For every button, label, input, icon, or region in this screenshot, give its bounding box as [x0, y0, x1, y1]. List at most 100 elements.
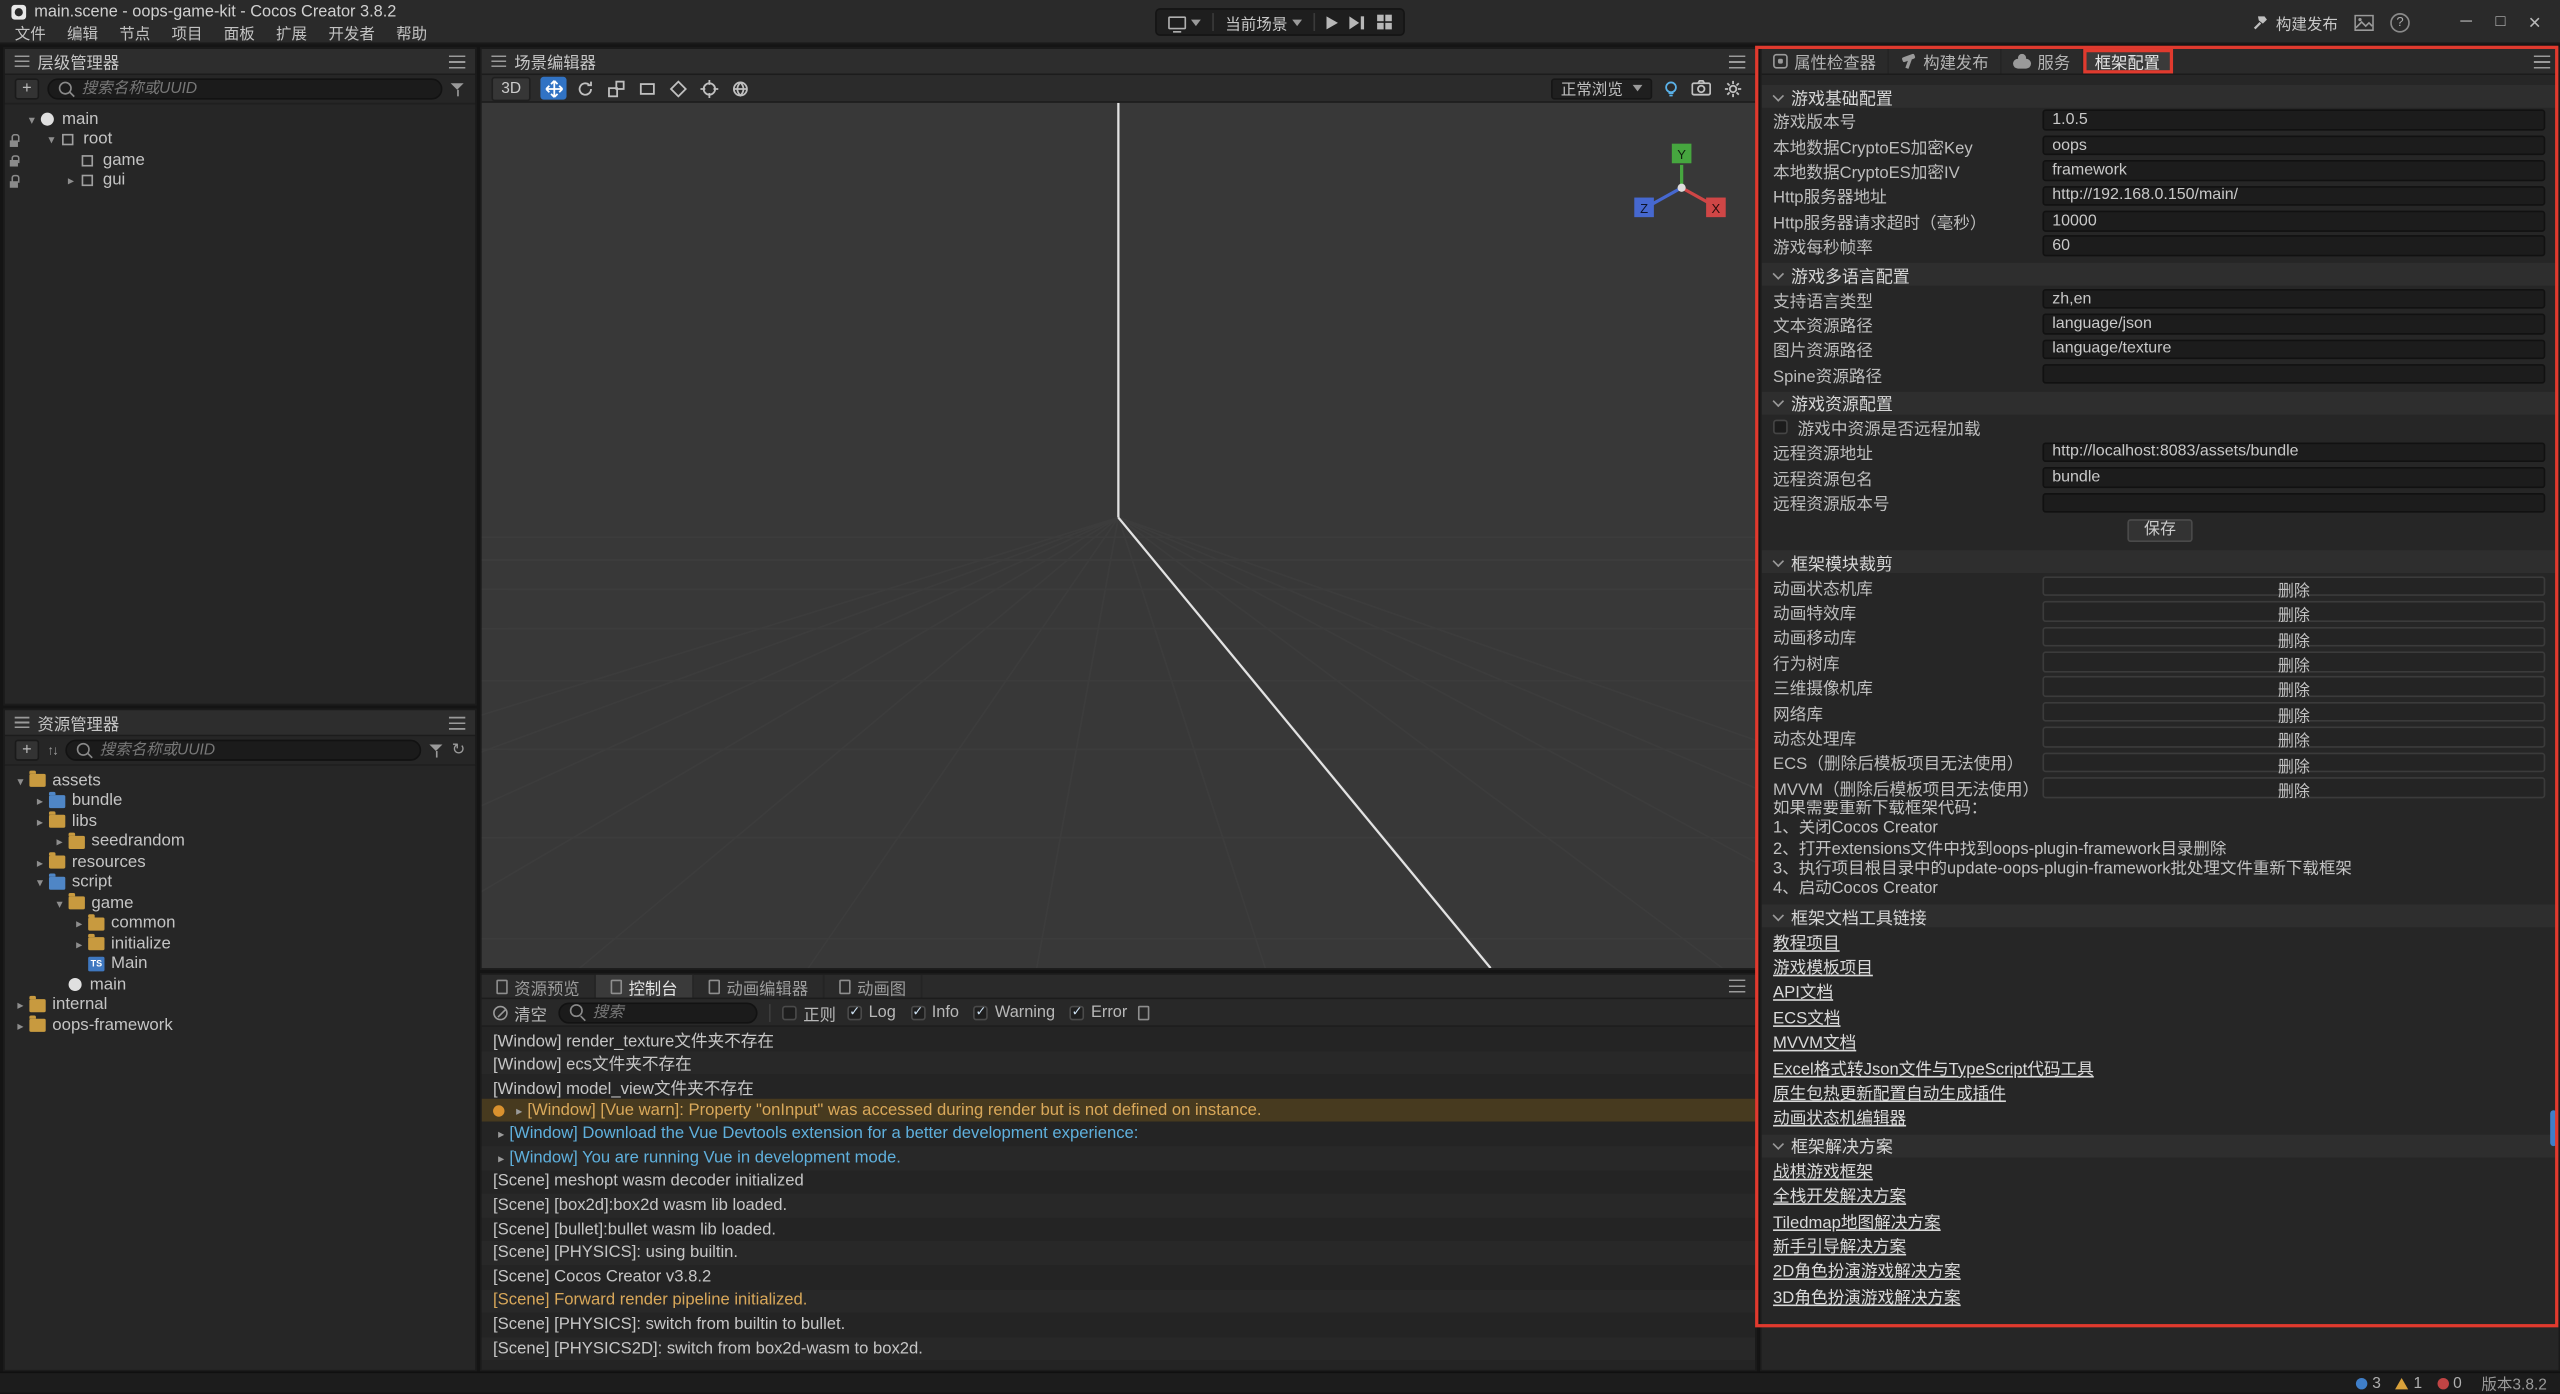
tab-animation-editor[interactable]: 动画编辑器 [694, 975, 825, 998]
field-input[interactable] [2042, 314, 2545, 334]
delete-module-button[interactable]: 删除 [2042, 652, 2545, 672]
log-filter-checkbox[interactable]: Info [911, 1003, 959, 1021]
expand-arrow-icon[interactable] [70, 916, 88, 931]
coordinate-toggle-button[interactable] [727, 77, 753, 100]
build-publish-button[interactable]: 构建发布 [2251, 11, 2338, 34]
delete-module-button[interactable]: 删除 [2042, 752, 2545, 772]
section-module-trim[interactable]: 框架模块裁剪 [1762, 551, 2559, 574]
expand-arrow-icon[interactable] [31, 794, 49, 809]
expand-arrow-icon[interactable] [31, 876, 49, 891]
step-button[interactable] [1349, 16, 1365, 29]
asset-node-row[interactable]: game [5, 893, 475, 913]
play-button[interactable] [1327, 16, 1338, 29]
expand-arrow-icon[interactable] [31, 814, 49, 829]
tab-assets-preview[interactable]: 资源预览 [482, 975, 596, 998]
devtools-grid-icon[interactable] [1377, 15, 1384, 22]
lock-icon[interactable] [5, 110, 23, 130]
open-log-file-icon[interactable] [1139, 1005, 1150, 1020]
section-solutions[interactable]: 框架解决方案 [1762, 1134, 2559, 1157]
asset-node-row[interactable]: oops-framework [5, 1016, 475, 1036]
log-filter-checkbox[interactable]: Log [847, 1003, 895, 1021]
log-row[interactable]: [Window] render_texture文件夹不存在 [482, 1027, 1755, 1051]
filter-icon[interactable] [451, 82, 466, 97]
create-node-button[interactable] [15, 78, 39, 99]
screenshot-icon[interactable] [2354, 14, 2374, 30]
section-i18n[interactable]: 游戏多语言配置 [1762, 263, 2559, 286]
field-input[interactable] [2042, 185, 2545, 205]
solution-link[interactable]: 3D角色扮演游戏解决方案 [1762, 1283, 2559, 1308]
expand-arrow-icon[interactable] [42, 133, 60, 148]
log-row[interactable]: [Window] ecs文件夹不存在 [482, 1051, 1755, 1075]
solution-link[interactable]: 2D角色扮演游戏解决方案 [1762, 1257, 2559, 1282]
remote-load-checkbox[interactable] [1773, 420, 1788, 435]
menu-item[interactable]: 面板 [221, 20, 259, 43]
expand-arrow-icon[interactable] [31, 855, 49, 870]
menu-item[interactable]: 编辑 [64, 20, 102, 43]
save-button[interactable]: 保存 [2128, 520, 2193, 542]
help-icon[interactable] [2390, 12, 2410, 32]
log-row[interactable]: [Window] [Vue warn]: Property "onInput" … [482, 1098, 1755, 1122]
delete-module-button[interactable]: 删除 [2042, 677, 2545, 697]
panel-menu-icon[interactable] [449, 716, 465, 729]
delete-module-button[interactable]: 删除 [2042, 777, 2545, 797]
hierarchy-node-row[interactable]: game [5, 150, 475, 170]
rect-tool-button[interactable] [634, 77, 660, 100]
asset-node-row[interactable]: script [5, 873, 475, 893]
log-row[interactable]: [Scene] [box2d]:box2d wasm lib loaded. [482, 1194, 1755, 1218]
error-count-badge[interactable]: 0 [2437, 1374, 2462, 1392]
log-row[interactable]: [Window] model_view文件夹不存在 [482, 1075, 1755, 1099]
doc-link[interactable]: 动画状态机编辑器 [1762, 1104, 2559, 1129]
tab-service[interactable]: 服务 [2002, 49, 2084, 73]
section-doc-links[interactable]: 框架文档工具链接 [1762, 905, 2559, 928]
expand-arrow-icon[interactable] [70, 937, 88, 952]
field-input[interactable] [2042, 364, 2545, 384]
expand-arrow-icon[interactable] [51, 835, 69, 850]
solution-link[interactable]: Tiledmap地图解决方案 [1762, 1207, 2559, 1232]
panel-menu-icon[interactable] [1729, 980, 1745, 993]
doc-link[interactable]: ECS文档 [1762, 1003, 2559, 1028]
asset-node-row[interactable]: resources [5, 852, 475, 872]
log-filter-checkbox[interactable]: Warning [974, 1003, 1055, 1021]
menu-item[interactable]: 节点 [116, 20, 154, 43]
mode-3d-button[interactable]: 3D [491, 76, 530, 100]
scrollbar-thumb[interactable] [2550, 1110, 2557, 1146]
tab-framework-config[interactable]: 框架配置 [2083, 49, 2173, 73]
asset-node-row[interactable]: bundle [5, 791, 475, 811]
orientation-gizmo[interactable]: Y X Z [1634, 144, 1725, 217]
expand-arrow-icon[interactable] [11, 998, 29, 1013]
field-input[interactable] [2042, 110, 2545, 130]
delete-module-button[interactable]: 删除 [2042, 727, 2545, 747]
clear-console-button[interactable]: 清空 [493, 1000, 547, 1024]
asset-node-row[interactable]: libs [5, 811, 475, 831]
transform-tool-button[interactable] [665, 77, 691, 100]
log-row[interactable]: [Scene] Forward render pipeline initiali… [482, 1289, 1755, 1313]
hierarchy-search-input[interactable] [82, 80, 431, 98]
field-input[interactable] [2042, 135, 2545, 155]
tab-animation-graph[interactable]: 动画图 [824, 975, 922, 998]
asset-node-row[interactable]: initialize [5, 934, 475, 954]
menu-item[interactable]: 帮助 [393, 20, 431, 43]
field-input[interactable] [2042, 492, 2545, 512]
lock-icon[interactable] [5, 130, 23, 150]
delete-module-button[interactable]: 删除 [2042, 702, 2545, 722]
hierarchy-node-row[interactable]: gui [5, 171, 475, 191]
expand-arrow-icon[interactable] [62, 173, 80, 188]
tab-console[interactable]: 控制台 [596, 975, 694, 998]
pivot-toggle-button[interactable] [696, 77, 722, 100]
view-mode-dropdown[interactable]: 正常浏览 [1551, 78, 1652, 99]
move-tool-button[interactable] [541, 77, 567, 100]
field-input[interactable] [2042, 467, 2545, 487]
sort-assets-icon[interactable] [47, 743, 57, 758]
tab-property-inspector[interactable]: 属性检查器 [1762, 49, 1889, 73]
doc-link[interactable]: 原生包热更新配置自动生成插件 [1762, 1079, 2559, 1104]
expand-arrow-icon[interactable] [23, 112, 41, 127]
doc-link[interactable]: 游戏模板项目 [1762, 953, 2559, 978]
field-input[interactable] [2042, 442, 2545, 462]
filter-icon[interactable] [429, 743, 444, 758]
asset-node-row[interactable]: assets [5, 771, 475, 791]
scale-tool-button[interactable] [603, 77, 629, 100]
solution-link[interactable]: 全栈开发解决方案 [1762, 1182, 2559, 1207]
hierarchy-node-row[interactable]: root [5, 130, 475, 150]
asset-node-row[interactable]: main [5, 975, 475, 995]
camera-settings-button[interactable] [1688, 77, 1714, 100]
